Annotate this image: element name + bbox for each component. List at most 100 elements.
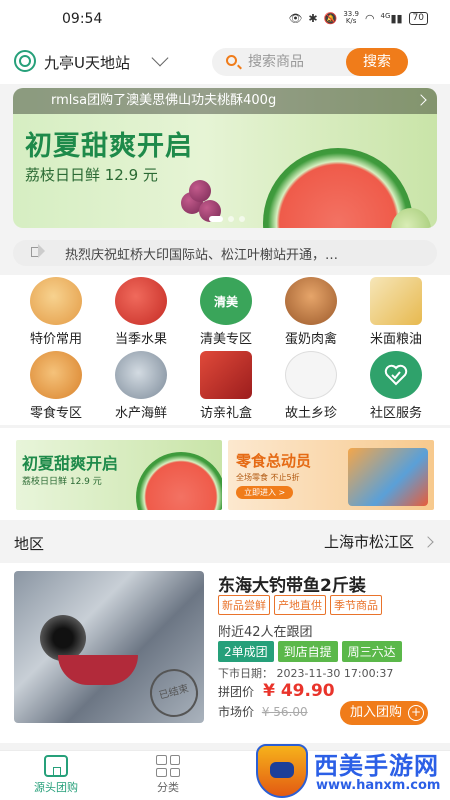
category-label: 社区服务 <box>369 406 422 421</box>
category-grid: 特价常用 当季水果 清美 清美专区 蛋奶肉禽 米面粮油 零食专区 水产海鲜 访亲… <box>0 275 450 425</box>
deadline: 下市日期： 2023-11-30 17:00:37 <box>218 665 393 681</box>
fish-icon <box>115 351 167 399</box>
status-time: 09:54 <box>62 11 103 27</box>
signal-label: 4G <box>380 11 391 20</box>
region-label: 地区 <box>14 535 45 553</box>
tab-group-buy[interactable]: 源头团购 <box>16 755 96 795</box>
announcement-bar[interactable]: 热烈庆祝虹桥大印国际站、松江叶榭站开通，… <box>13 240 437 266</box>
gamepad-shield-logo <box>256 744 308 798</box>
promo-snack-title: 零食总动员 <box>236 452 312 470</box>
apple-fruit-icon <box>115 277 167 325</box>
group-followers: 附近42人在跟团 <box>218 625 313 640</box>
product-image[interactable]: 已结束 <box>14 571 204 723</box>
category-gift[interactable]: 访亲礼盒 <box>186 351 266 421</box>
status-icons: 👁 ✱ 🔕 33.9 K/s ◠ 4G▮▮ 70 <box>288 11 428 25</box>
rice-oil-icon <box>370 277 422 325</box>
product-title[interactable]: 东海大钓带鱼2斤装 <box>218 571 366 596</box>
carousel-dot[interactable] <box>209 216 223 222</box>
banner-subtitle: 荔枝日日鲜 12.9 元 <box>25 166 158 184</box>
search-bar[interactable]: 搜索 <box>212 48 408 76</box>
banner-title: 初夏甜爽开启 <box>25 131 193 162</box>
market-price-row: 市场价 ¥ 56.00 <box>218 703 308 720</box>
pickup-badge: 到店自提 <box>277 641 338 662</box>
add-to-group-label: 加入团购 <box>350 705 403 720</box>
category-meat[interactable]: 蛋奶肉禽 <box>271 277 351 347</box>
purchase-ticker[interactable]: rmlsa团购了澳美思佛山功夫桃酥400g <box>13 88 437 114</box>
search-icon <box>226 55 237 66</box>
category-seafood[interactable]: 水产海鲜 <box>101 351 181 421</box>
plus-icon: + <box>408 705 424 721</box>
snack-icon <box>30 351 82 399</box>
tab-category[interactable]: 分类 <box>128 755 208 795</box>
category-label: 特价常用 <box>29 332 82 347</box>
search-input[interactable] <box>248 52 338 72</box>
wifi-icon: ◠ <box>364 11 375 25</box>
category-community[interactable]: 社区服务 <box>356 351 436 421</box>
hero-banner[interactable]: rmlsa团购了澳美思佛山功夫桃酥400g 初夏甜爽开启 荔枝日日鲜 12.9 … <box>13 88 437 228</box>
promo-snack-subtitle: 全场零食 不止5折 <box>236 473 300 482</box>
promo-summer-subtitle: 荔枝日日鲜 12.9 元 <box>22 477 102 487</box>
carousel-dot[interactable] <box>239 216 245 222</box>
category-discount[interactable]: 特价常用 <box>16 277 96 347</box>
chevron-right-icon <box>415 94 427 106</box>
market-price-label: 市场价 <box>218 705 255 719</box>
category-label: 米面粮油 <box>369 332 422 347</box>
group-price-label: 拼团价 <box>218 685 255 699</box>
category-label: 零食专区 <box>29 406 82 421</box>
lychee-image <box>189 180 211 202</box>
watermark-url: www.hanxm.com <box>316 778 441 793</box>
station-name[interactable]: 九亭U天地站 <box>44 52 130 73</box>
bluetooth-icon: ✱ <box>308 11 318 25</box>
discount-goods-icon <box>30 277 82 325</box>
region-selector[interactable]: 地区 上海市松江区 <box>0 523 450 563</box>
promo-summer-title: 初夏甜爽开启 <box>22 454 119 473</box>
category-fruit[interactable]: 当季水果 <box>101 277 181 347</box>
add-to-group-button[interactable]: 加入团购 + <box>340 701 428 725</box>
deadline-time: 2023-11-30 17:00:37 <box>276 667 394 680</box>
grid-icon <box>156 755 180 777</box>
snack-products-image <box>348 448 428 506</box>
category-label: 清美专区 <box>199 332 252 347</box>
promo-snack-enter-button[interactable]: 立即进入 > <box>236 486 294 499</box>
product-tag: 新品尝鲜 <box>218 595 270 615</box>
category-snack[interactable]: 零食专区 <box>16 351 96 421</box>
location-icon[interactable] <box>14 50 36 72</box>
gift-box-icon <box>200 351 252 399</box>
product-card[interactable]: 已结束 东海大钓带鱼2斤装 新品尝鲜 产地直供 季节商品 附近42人在跟团 2单… <box>0 563 450 743</box>
category-label: 水产海鲜 <box>114 406 167 421</box>
tab-label: 源头团购 <box>34 781 78 794</box>
category-hometown[interactable]: 故土乡珍 <box>271 351 351 421</box>
category-label: 当季水果 <box>114 332 167 347</box>
site-watermark: 西美手游网 www.hanxm.com <box>252 742 450 800</box>
product-badges: 2单成团 到店自提 周三六达 <box>218 641 402 662</box>
group-price-row: 拼团价 ¥ 49.90 <box>218 681 335 701</box>
hometown-product-icon <box>285 351 337 399</box>
announcement-text: 热烈庆祝虹桥大印国际站、松江叶榭站开通，… <box>65 248 339 263</box>
heart-check-icon <box>384 364 408 386</box>
promo-snack-tile[interactable]: 零食总动员 全场零食 不止5折 立即进入 > <box>228 440 434 510</box>
category-label: 蛋奶肉禽 <box>284 332 337 347</box>
search-button[interactable]: 搜索 <box>346 48 408 76</box>
category-grain[interactable]: 米面粮油 <box>356 277 436 347</box>
fish-mouth-shape <box>58 655 138 685</box>
promo-summer-tile[interactable]: 初夏甜爽开启 荔枝日日鲜 12.9 元 <box>16 440 222 510</box>
watermelon-image <box>263 148 413 228</box>
category-label: 访亲礼盒 <box>199 406 252 421</box>
chevron-down-icon[interactable] <box>151 49 169 67</box>
mute-icon: 🔕 <box>323 11 338 25</box>
app-screen: 09:54 👁 ✱ 🔕 33.9 K/s ◠ 4G▮▮ 70 九亭U天地站 搜索 <box>0 0 450 800</box>
ticker-text: rmlsa团购了澳美思佛山功夫桃酥400g <box>51 93 277 108</box>
status-bar: 09:54 👁 ✱ 🔕 33.9 K/s ◠ 4G▮▮ 70 <box>0 0 450 40</box>
product-tag: 产地直供 <box>274 595 326 615</box>
carousel-dot[interactable] <box>228 216 234 222</box>
network-speed: 33.9 K/s <box>343 11 359 25</box>
product-tags: 新品尝鲜 产地直供 季节商品 <box>218 595 382 615</box>
chevron-right-icon <box>422 536 434 548</box>
category-qingmei[interactable]: 清美 清美专区 <box>186 277 266 347</box>
ended-stamp: 已结束 <box>144 663 204 723</box>
watermelon-image <box>136 452 222 510</box>
carousel-dots <box>209 216 245 222</box>
qingmei-badge-text: 清美 <box>213 294 238 309</box>
promo-tiles: 初夏甜爽开启 荔枝日日鲜 12.9 元 零食总动员 全场零食 不止5折 立即进入… <box>0 428 450 520</box>
community-service-icon <box>370 351 422 399</box>
